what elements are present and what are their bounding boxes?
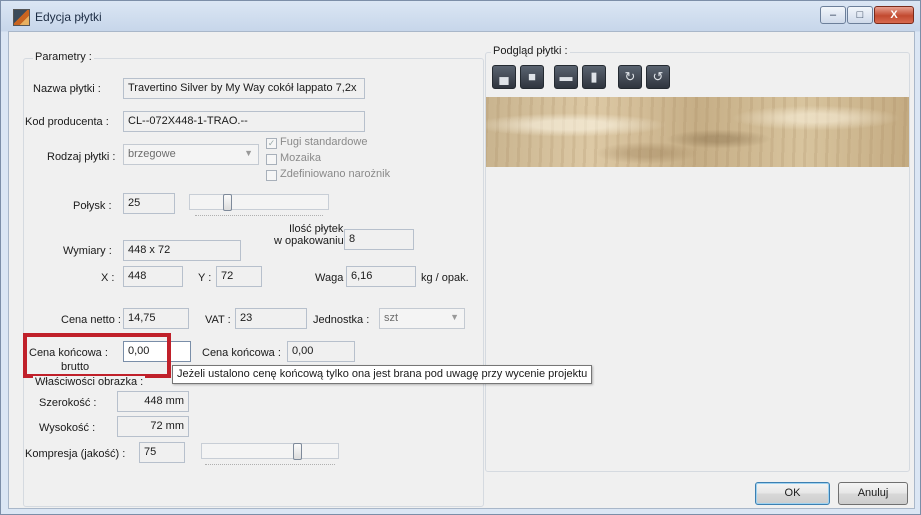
rodzaj-select-value: brzegowe [128,148,176,160]
polysk-slider-ticks [195,215,323,219]
x-label: X : [101,272,115,284]
nazwa-label: Nazwa płytki : [33,83,101,95]
title-bar: Edycja płytki – □ X [1,1,921,31]
cancel-button[interactable]: Anuluj [838,482,908,505]
kod-label: Kod producenta : [25,116,109,128]
app-icon [13,9,30,26]
dialog-client: Parametry : Nazwa płytki : Travertino Si… [8,31,915,509]
window-title: Edycja płytki [35,10,102,24]
szerokosc-label: Szerokość : [39,397,97,409]
szerokosc-field: 448 mm [117,391,189,412]
cena-netto-field[interactable]: 14,75 [123,308,189,329]
ilosc-label-2: w opakowaniu [274,235,344,247]
rotate-left-icon[interactable]: ↺ [646,65,670,89]
ok-button[interactable]: OK [755,482,830,505]
view-floor-icon[interactable]: ▄ [492,65,516,89]
polysk-field[interactable]: 25 [123,193,175,214]
x-field: 448 [123,266,183,287]
mozaika-label: Mozaika [280,152,321,164]
fugi-label: Fugi standardowe [280,136,368,148]
polysk-slider[interactable] [189,194,329,210]
jednostka-select[interactable]: szt ▼ [379,308,465,329]
minimize-button[interactable]: – [820,6,846,24]
kompresja-slider[interactable] [201,443,339,459]
close-button[interactable]: X [874,6,914,24]
tooltip: Jeżeli ustalono cenę końcową tylko ona j… [172,365,593,384]
kompresja-field[interactable]: 75 [139,442,185,463]
cena-konc-field: 0,00 [287,341,355,362]
naroznik-checkbox[interactable] [266,170,277,181]
rodzaj-label: Rodzaj płytki : [47,151,116,163]
kompresja-slider-ticks [205,464,335,468]
ilosc-label-1: Ilość płytek [289,223,344,235]
nazwa-field[interactable]: Travertino Silver by My Way cokół lappat… [123,78,365,99]
preview-group-title: Podgląd płytki : [491,45,570,57]
naroznik-label: Zdefiniowano narożnik [280,168,391,180]
maximize-button[interactable]: □ [847,6,873,24]
y-label: Y : [198,272,212,284]
cena-netto-label: Cena netto : [61,314,121,326]
mozaika-checkbox[interactable] [266,154,277,165]
fugi-checkbox[interactable]: ✓ [266,138,277,149]
chevron-down-icon: ▼ [244,148,253,158]
ilosc-field[interactable]: 8 [344,229,414,250]
vat-label: VAT : [205,314,231,326]
polysk-label: Połysk : [73,200,112,212]
kompresja-slider-thumb[interactable] [293,443,302,460]
kod-field[interactable]: CL--072X448-1-TRAO.-- [123,111,365,132]
highlight-box [23,333,171,378]
wymiary-label: Wymiary : [63,245,112,257]
wysokosc-field: 72 mm [117,416,189,437]
dialog-window: Edycja płytki – □ X Parametry : Nazwa pł… [0,0,921,515]
rodzaj-select[interactable]: brzegowe ▼ [123,144,259,165]
view-wall-icon[interactable]: ▮ [582,65,606,89]
vat-field[interactable]: 23 [235,308,307,329]
y-field: 72 [216,266,262,287]
kompresja-label: Kompresja (jakość) : [25,448,126,460]
rotate-right-icon[interactable]: ↻ [618,65,642,89]
image-props-title: Właściwości obrazka : [33,376,146,388]
jednostka-select-value: szt [384,312,399,324]
tile-preview-image [486,97,909,167]
jednostka-label: Jednostka : [313,314,370,326]
wysokosc-label: Wysokość : [39,422,96,434]
waga-unit: kg / opak. [421,272,469,284]
wymiary-field: 448 x 72 [123,240,241,261]
waga-field[interactable]: 6,16 [346,266,416,287]
cena-konc-label: Cena końcowa : [202,347,281,359]
view-border-icon[interactable]: ▬ [554,65,578,89]
parametry-group-title: Parametry : [33,51,94,63]
view-tile-icon[interactable]: ■ [520,65,544,89]
polysk-slider-thumb[interactable] [223,194,232,211]
waga-label: Waga : [315,272,350,284]
chevron-down-icon: ▼ [450,312,459,322]
